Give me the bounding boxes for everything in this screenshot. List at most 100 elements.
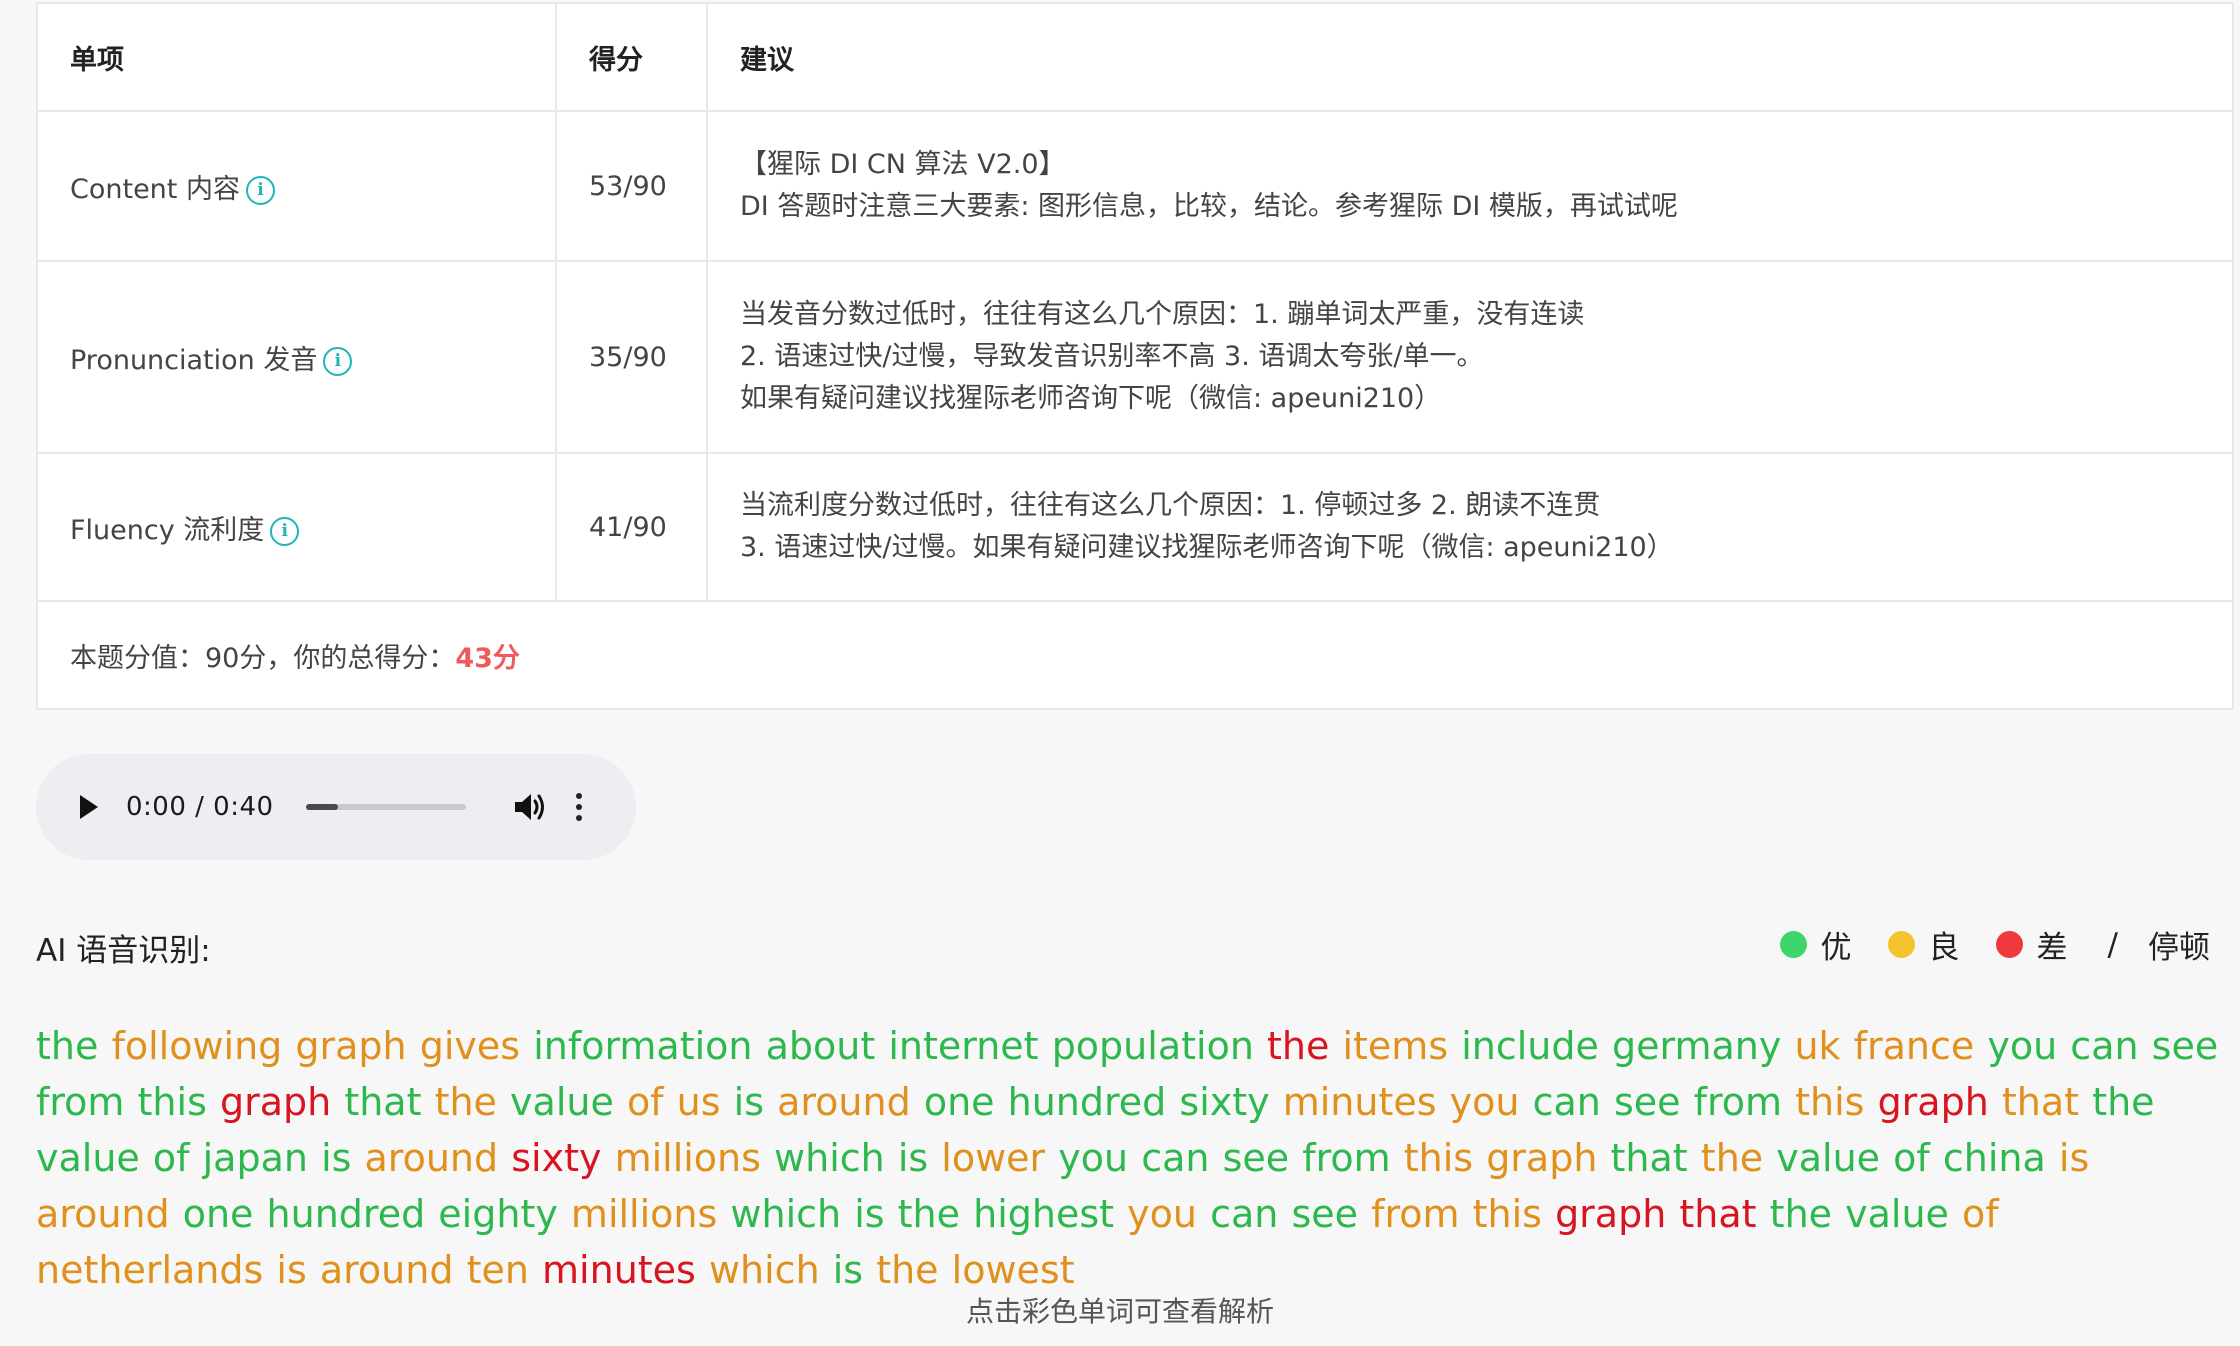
transcript-word[interactable]: around xyxy=(777,1080,911,1124)
transcript-word[interactable]: the xyxy=(435,1080,497,1124)
transcript-word[interactable]: the xyxy=(1267,1024,1329,1068)
legend-slash: / xyxy=(2107,926,2118,963)
transcript-word[interactable]: you xyxy=(1987,1024,2057,1068)
transcript-word[interactable]: around xyxy=(36,1192,170,1236)
transcript-word[interactable]: one xyxy=(183,1192,254,1236)
transcript-word[interactable]: the xyxy=(2092,1080,2154,1124)
transcript-word[interactable]: graph xyxy=(1878,1080,1989,1124)
transcript-word[interactable]: of xyxy=(1893,1136,1930,1180)
transcript-word[interactable]: that xyxy=(2002,1080,2079,1124)
transcript-word[interactable]: hundred xyxy=(1008,1080,1167,1124)
transcript-word[interactable]: one xyxy=(924,1080,995,1124)
transcript-word[interactable]: is xyxy=(854,1192,884,1236)
transcript-word[interactable]: sixty xyxy=(511,1136,601,1180)
transcript-word[interactable]: following xyxy=(111,1024,282,1068)
transcript-word[interactable]: gives xyxy=(420,1024,520,1068)
transcript-word[interactable]: from xyxy=(36,1080,124,1124)
transcript-word[interactable]: hundred xyxy=(267,1192,426,1236)
transcript-word[interactable]: japan xyxy=(203,1136,308,1180)
transcript-word[interactable]: from xyxy=(1694,1080,1782,1124)
info-icon[interactable]: i xyxy=(323,346,353,376)
transcript-word[interactable]: population xyxy=(1052,1024,1254,1068)
transcript-word[interactable]: china xyxy=(1943,1136,2046,1180)
transcript-word[interactable]: you xyxy=(1450,1080,1520,1124)
transcript-word[interactable]: is xyxy=(898,1136,928,1180)
legend-good: 优 xyxy=(1779,922,1852,967)
transcript-word[interactable]: include xyxy=(1461,1024,1599,1068)
info-icon[interactable]: i xyxy=(245,175,275,205)
transcript-word[interactable]: sixty xyxy=(1179,1080,1269,1124)
more-options-icon[interactable] xyxy=(575,793,582,821)
transcript-word[interactable]: ten xyxy=(467,1248,529,1292)
transcript-word[interactable]: can xyxy=(1533,1080,1601,1124)
transcript-word[interactable]: is xyxy=(833,1248,863,1292)
play-icon[interactable] xyxy=(80,795,98,819)
transcript-word[interactable]: minutes xyxy=(1283,1080,1437,1124)
transcript-word[interactable]: from xyxy=(1302,1136,1390,1180)
table-row-fluency: Fluency 流利度 i 41/90 当流利度分数过低时，往往有这么几个原因：1… xyxy=(36,452,2234,602)
transcript-word[interactable]: is xyxy=(734,1080,764,1124)
transcript-word[interactable]: germany xyxy=(1612,1024,1781,1068)
transcript-word[interactable]: you xyxy=(1127,1192,1197,1236)
transcript-word[interactable]: netherlands xyxy=(36,1248,263,1292)
transcript-word[interactable]: the xyxy=(36,1024,98,1068)
transcript-word[interactable]: the xyxy=(1701,1136,1763,1180)
transcript-word[interactable]: eighty xyxy=(438,1192,558,1236)
transcript-word[interactable]: which xyxy=(774,1136,885,1180)
transcript-word[interactable]: highest xyxy=(973,1192,1114,1236)
transcript-word[interactable]: items xyxy=(1342,1024,1448,1068)
transcript-word[interactable]: that xyxy=(1611,1136,1688,1180)
transcript-word[interactable]: lower xyxy=(941,1136,1045,1180)
transcript-word[interactable]: information xyxy=(533,1024,752,1068)
transcript-word[interactable]: that xyxy=(1679,1192,1756,1236)
info-icon[interactable]: i xyxy=(270,516,300,546)
transcript-word[interactable]: lowest xyxy=(952,1248,1075,1292)
transcript-word[interactable]: can xyxy=(1141,1136,1209,1180)
transcript-word[interactable]: value xyxy=(1845,1192,1949,1236)
transcript-word[interactable]: the xyxy=(876,1248,938,1292)
transcript-word[interactable]: you xyxy=(1058,1136,1128,1180)
volume-icon[interactable] xyxy=(512,790,548,824)
transcript-word[interactable]: see xyxy=(1614,1080,1681,1124)
transcript-word[interactable]: around xyxy=(365,1136,499,1180)
transcript-word[interactable]: can xyxy=(1210,1192,1278,1236)
transcript-word[interactable]: of xyxy=(627,1080,664,1124)
transcript-word[interactable]: millions xyxy=(615,1136,761,1180)
transcript-word[interactable]: graph xyxy=(1555,1192,1666,1236)
transcript-word[interactable]: minutes xyxy=(542,1248,696,1292)
transcript-word[interactable]: uk xyxy=(1794,1024,1840,1068)
transcript-word[interactable]: internet xyxy=(888,1024,1038,1068)
transcript-word[interactable]: see xyxy=(1291,1192,1358,1236)
transcript-word[interactable]: is xyxy=(321,1136,351,1180)
transcript-word[interactable]: see xyxy=(1223,1136,1290,1180)
transcript-word[interactable]: from xyxy=(1371,1192,1459,1236)
transcript-word[interactable]: around xyxy=(320,1248,454,1292)
transcript-word[interactable]: value xyxy=(36,1136,140,1180)
transcript-word[interactable]: of xyxy=(153,1136,190,1180)
audio-seek-bar[interactable] xyxy=(305,804,466,810)
transcript-word[interactable]: value xyxy=(1776,1136,1880,1180)
transcript-word[interactable]: can xyxy=(2070,1024,2138,1068)
transcript-word[interactable]: graph xyxy=(295,1024,406,1068)
transcript-word[interactable]: the xyxy=(898,1192,960,1236)
transcript-word[interactable]: that xyxy=(344,1080,421,1124)
transcript-word[interactable]: this xyxy=(1795,1080,1864,1124)
transcript-word[interactable]: of xyxy=(1962,1192,1999,1236)
legend-ok-label: 良 xyxy=(1928,930,1960,966)
transcript-word[interactable]: this xyxy=(1404,1136,1473,1180)
transcript-word[interactable]: graph xyxy=(1486,1136,1597,1180)
transcript-word[interactable]: which xyxy=(730,1192,841,1236)
transcript-word[interactable]: is xyxy=(2059,1136,2089,1180)
transcript-word[interactable]: is xyxy=(276,1248,306,1292)
transcript-word[interactable]: about xyxy=(766,1024,876,1068)
transcript-word[interactable]: which xyxy=(709,1248,820,1292)
transcript-word[interactable]: france xyxy=(1854,1024,1975,1068)
transcript-word[interactable]: us xyxy=(677,1080,721,1124)
transcript-word[interactable]: this xyxy=(138,1080,207,1124)
transcript-word[interactable]: value xyxy=(510,1080,614,1124)
transcript-word[interactable]: this xyxy=(1473,1192,1542,1236)
transcript-word[interactable]: see xyxy=(2152,1024,2219,1068)
transcript-word[interactable]: millions xyxy=(571,1192,717,1236)
transcript-word[interactable]: the xyxy=(1770,1192,1832,1236)
transcript-word[interactable]: graph xyxy=(220,1080,331,1124)
